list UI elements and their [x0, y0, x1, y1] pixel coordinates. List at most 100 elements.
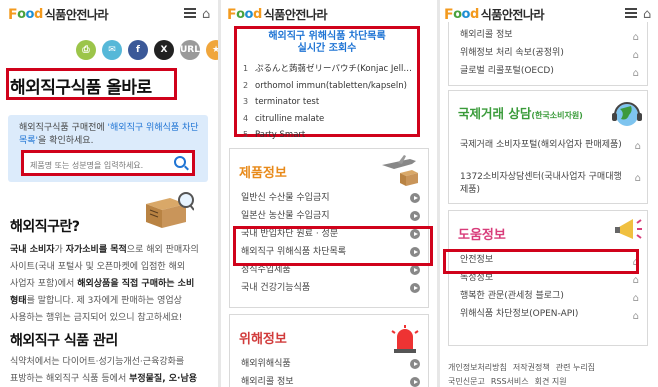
star-icon[interactable]: ★ [206, 40, 218, 60]
home-icon: ⌂ [634, 141, 641, 152]
menu-item[interactable]: 1372소비자상담센터(국내사업자 구매대행제품) ⌂ [449, 169, 641, 201]
category-title: 위해정보 [239, 332, 287, 347]
item-name: ぷるんと蒟蒻ゼリーパウチ(Konjac Jell… [255, 64, 412, 74]
share-toolbar: ⎙ ✉ f X URL ★ [76, 40, 218, 60]
logo-letter: o [453, 7, 462, 22]
footer-links: 개인정보처리방침 저작권정책 관련 누리집 [448, 362, 658, 373]
section-paragraph: 국내 소비자가 자가소비를 목적으로 해외 판매자의 사이트(국내 포털사 및 오… [10, 242, 210, 327]
menu-item-label: 해외위해식품 [241, 359, 291, 369]
footer-link[interactable]: RSS서비스 [491, 376, 529, 387]
menu-item-label: 국내 건강기능식품 [241, 283, 311, 293]
logo-letter: d [33, 7, 43, 22]
footer-link[interactable]: 관련 누리집 [556, 362, 595, 373]
home-icon: ⌂ [634, 173, 641, 184]
panel-product-info: Fo o d 식품안전나라 해외직구 위해식품 차단목록 실시간 조회수 1 ぷるんと蒟… [221, 0, 437, 387]
site-logo[interactable]: Fo o d 식품안전나라 [227, 6, 328, 23]
section-title: 해외직구란? [10, 219, 80, 235]
logo-letter: o [461, 7, 471, 22]
category-help-info: 도움정보 안전정보 ⌂ 독성정보 ⌂ 행복한 관문(관세청 블로그) ⌂ 위해식품 차단정보… [448, 210, 648, 346]
highlight-box [233, 226, 433, 266]
site-logo[interactable]: Fo o d 식품안전나라 [8, 6, 109, 23]
menu-item[interactable]: 해외리콜 정보 [230, 373, 428, 387]
category-title-text: 국제거래 상담 [458, 106, 532, 121]
home-icon[interactable]: ⌂ [202, 7, 210, 22]
menu-item-label: 위해식품 차단정보(OPEN-API) [460, 309, 579, 319]
x-icon[interactable]: X [154, 40, 174, 60]
logo-letter: o [17, 7, 26, 22]
category-international-trade: 국제거래 상담(한국소비자원) 국제거래 소비자포털(해외사업자 판매제품) ⌂ 1… [448, 90, 648, 204]
blocked-list-item[interactable]: 3 terminator test [243, 94, 415, 111]
home-icon[interactable]: ⌂ [643, 7, 651, 22]
menu-item[interactable]: 위해정보 처리 속보(공정위) ⌂ [449, 44, 647, 62]
package-magnifier-illustration [146, 192, 194, 228]
footer-link[interactable]: 국민신문고 [448, 376, 485, 387]
category-title: 제품정보 [239, 166, 287, 181]
paragraph-text: 가 [54, 245, 66, 255]
rank-number: 3 [243, 97, 249, 106]
footer-link[interactable]: 저작권정책 [513, 362, 550, 373]
category-hazard-info: 위해정보 해외위해식품해외리콜 정보 [229, 314, 429, 387]
footer-link[interactable]: 회견 지원 [535, 376, 567, 387]
rank-number: 2 [243, 80, 249, 90]
menu-item[interactable]: 위해식품 차단정보(OPEN-API) ⌂ [449, 305, 647, 323]
intro-text: 을 확인하세요. [38, 136, 94, 146]
logo-letter: o [236, 7, 245, 22]
menu-item[interactable]: 국제거래 소비자포털(해외사업자 판매제품) ⌂ [449, 137, 641, 169]
menu-item[interactable]: 일본산 농산물 수입금지 [230, 207, 428, 225]
search-input[interactable] [24, 155, 164, 176]
menu-item[interactable]: 국내 건강기능식품 [230, 279, 428, 297]
menu-item[interactable]: 일반신 수산물 수입금지 [230, 189, 428, 207]
footer-link[interactable]: 개인정보처리방침 [448, 362, 507, 373]
menu-item[interactable]: 행복한 관문(관세청 블로그) ⌂ [449, 287, 647, 305]
menu-item-label: 위해정보 처리 속보(공정위) [460, 48, 564, 58]
paragraph-text: 자가소비를 목적 [65, 245, 127, 255]
category-subtitle: (한국소비자원) [531, 111, 583, 120]
url-icon[interactable]: URL [180, 40, 200, 60]
category-title: 도움정보 [458, 228, 506, 243]
rank-number: 5 [243, 130, 249, 139]
category-items: 해외리콜 정보 ⌂ 위해정보 처리 속보(공정위) ⌂ 글로벌 리콜포털(OECD) ⌂ [449, 22, 647, 80]
blocked-list-title: 해외직구 위해식품 차단목록 실시간 조회수 [237, 31, 417, 55]
site-logo[interactable]: Fo o d 식품안전나라 [444, 6, 545, 23]
logo-text: 식품안전나라 [263, 8, 328, 22]
search-intro: 해외직구식품 구매전에 '해외직구 위해식품 차단목록'을 확인하세요. [19, 122, 199, 148]
logo-text: 식품안전나라 [44, 8, 109, 22]
print-icon[interactable]: ⎙ [76, 40, 96, 60]
blocked-list-views-box: 해외직구 위해식품 차단목록 실시간 조회수 1 ぷるんと蒟蒻ゼリーパウチ(Kon… [234, 26, 420, 140]
blocked-list-item[interactable]: 5 Party Smart [243, 127, 415, 144]
blocked-list: 1 ぷるんと蒟蒻ゼリーパウチ(Konjac Jell… 2 orthomol immu… [243, 61, 415, 144]
globe-headset-icon [612, 102, 642, 126]
paragraph-text: 사업자 포함)에서 [10, 279, 78, 289]
menu-item[interactable]: 해외리콜 정보 ⌂ [449, 26, 647, 44]
menu-item[interactable]: 해외위해식품 [230, 355, 428, 373]
blocked-list-item[interactable]: 2 orthomol immun(tabletten/kapseln) [243, 78, 415, 95]
paragraph-text: 사용하는 행위는 금지되어 있으니 참고하세요! [10, 313, 183, 323]
logo-letter: d [252, 7, 262, 22]
menu-item-label: 해외리콜 정보 [241, 377, 294, 387]
menu-item-label: 글로벌 리콜포털(OECD) [460, 66, 554, 76]
menu-item-label: 일반신 수산물 수입금지 [241, 193, 330, 203]
blocked-list-item[interactable]: 4 citrulline malate [243, 111, 415, 128]
search-icon[interactable] [174, 156, 186, 168]
menu-item-label: 독성정보 [460, 273, 494, 283]
menu-item-label: 해외리콜 정보 [460, 30, 513, 40]
facebook-icon[interactable]: f [128, 40, 148, 60]
logo-letter: F [8, 6, 18, 23]
menu-item-label: 1372소비자상담센터(국내사업자 구매대행제품) [460, 172, 622, 195]
hamburger-menu-icon[interactable] [625, 8, 637, 18]
logo-letter: o [25, 7, 35, 22]
arrow-right-icon [410, 283, 420, 293]
email-icon[interactable]: ✉ [102, 40, 122, 60]
logo-text: 식품안전나라 [480, 8, 545, 22]
blocked-list-title-line: 해외직구 위해식품 차단목록 [268, 31, 386, 42]
hamburger-menu-icon[interactable] [184, 8, 196, 18]
rank-number: 4 [243, 113, 249, 123]
paragraph-text: 해외상품을 직접 구매하는 소비 [77, 279, 195, 289]
arrow-right-icon [410, 377, 420, 387]
siren-icon [391, 325, 419, 353]
menu-item-label: 국제거래 소비자포털(해외사업자 판매제품) [460, 140, 622, 150]
logo-letter: o [244, 7, 254, 22]
blocked-list-item[interactable]: 1 ぷるんと蒟蒻ゼリーパウチ(Konjac Jell… [243, 61, 415, 78]
menu-item[interactable]: 글로벌 리콜포털(OECD) ⌂ [449, 62, 647, 80]
highlight-box [443, 249, 639, 274]
